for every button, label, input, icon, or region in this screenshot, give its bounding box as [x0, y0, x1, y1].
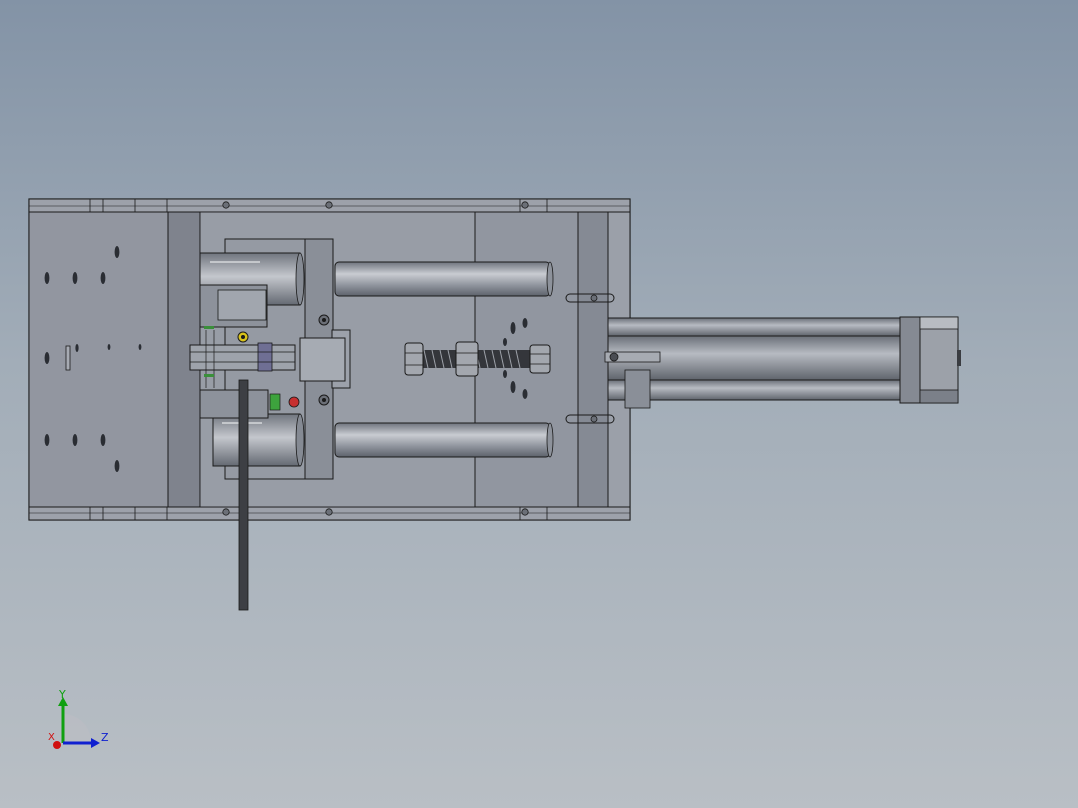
- triad-plane: [63, 714, 92, 743]
- lower-linear-bushing[interactable]: [212, 413, 305, 467]
- z-axis-label: Z: [101, 731, 109, 744]
- pneumatic-cylinder[interactable]: [604, 316, 961, 409]
- upper-guide-rod[interactable]: [334, 261, 554, 297]
- lower-guide-rod[interactable]: [334, 422, 554, 458]
- hex-nut-left: [404, 342, 424, 376]
- x-axis-label: X: [48, 732, 55, 743]
- vertical-rod[interactable]: [238, 379, 249, 611]
- green-fitting: [269, 393, 281, 411]
- hex-nut-middle: [455, 341, 479, 377]
- coordinate-triad: [53, 697, 100, 749]
- y-axis-label: Y: [59, 688, 66, 701]
- hex-nut-right: [529, 344, 551, 374]
- graphics-viewport[interactable]: Y X Z: [0, 0, 1078, 808]
- left-mounting-plate[interactable]: [28, 211, 201, 508]
- cad-assembly-model[interactable]: [0, 0, 1078, 808]
